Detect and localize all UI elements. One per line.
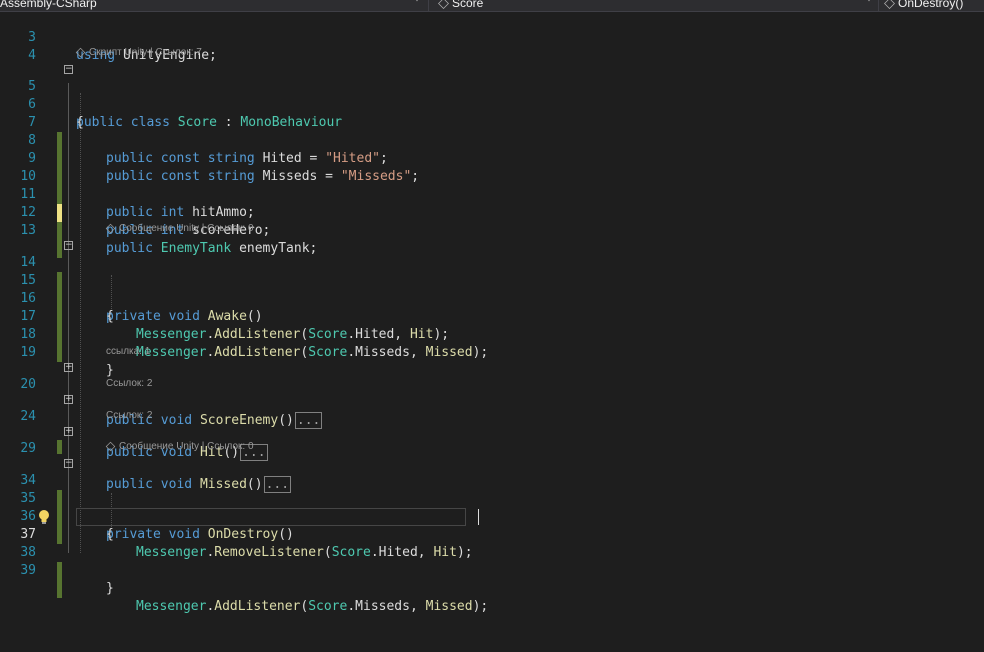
member-dropdown-label: OnDestroy() bbox=[898, 0, 964, 10]
code-line-current[interactable]: 37 Messenger.AddListener(Score.Misseds, … bbox=[0, 508, 984, 614]
code-line[interactable]: 17 Messenger.AddListener(Score.Misseds, … bbox=[0, 290, 984, 360]
text-caret bbox=[478, 509, 479, 525]
method-icon bbox=[884, 0, 895, 10]
project-dropdown[interactable]: Assembly-CSharp bbox=[0, 0, 97, 11]
member-dropdown[interactable]: OnDestroy() bbox=[884, 0, 963, 11]
change-marker bbox=[57, 580, 62, 598]
code-line[interactable]: 5 − public class Score : MonoBehaviour bbox=[0, 60, 984, 131]
code-line[interactable]: 35 { bbox=[0, 472, 984, 542]
code-line[interactable]: 29 + public void Missed()... bbox=[0, 422, 984, 493]
code-line[interactable]: 19 bbox=[0, 326, 984, 360]
code-line[interactable]: 18 } bbox=[0, 308, 984, 378]
code-line[interactable]: 3 using UnityEngine; bbox=[0, 11, 984, 63]
expand-icon[interactable]: + bbox=[64, 427, 73, 436]
change-marker bbox=[57, 440, 62, 454]
divider bbox=[878, 0, 879, 11]
codelens-hit[interactable]: Ссылок: 2 bbox=[106, 377, 152, 390]
code-line[interactable]: 20 + public void ScoreEnemy()... bbox=[0, 358, 984, 429]
code-line[interactable]: 9 bbox=[0, 132, 984, 186]
unity-icon bbox=[105, 223, 116, 234]
change-marker bbox=[57, 562, 62, 580]
collapse-icon[interactable]: − bbox=[64, 459, 73, 468]
codelens-class[interactable]: Скрипт Unity | Ссылок: 7 bbox=[75, 46, 202, 59]
code-line[interactable]: 24 + public void Hit()... bbox=[0, 390, 984, 461]
line-number: 39 bbox=[20, 563, 36, 578]
code-text: Messenger.AddListener(Score.Misseds, Mis… bbox=[136, 599, 489, 614]
divider bbox=[428, 0, 429, 11]
code-line[interactable]: 8 public const string Misseds = "Misseds… bbox=[0, 114, 984, 184]
code-text: } bbox=[106, 581, 114, 596]
code-line[interactable]: 13 bbox=[0, 204, 984, 258]
class-dropdown[interactable]: Score bbox=[438, 0, 483, 11]
code-line[interactable]: 6 { bbox=[0, 78, 984, 130]
code-editor[interactable]: 3 using UnityEngine; 4 Скрипт Unity | Сс… bbox=[0, 11, 984, 614]
codelens-score-enemy[interactable]: ссылка: 1 bbox=[106, 345, 150, 358]
code-line[interactable]: 7 public const string Hited = "Hited"; bbox=[0, 96, 984, 166]
code-line[interactable]: 39 bbox=[0, 544, 984, 598]
class-dropdown-label: Score bbox=[452, 0, 484, 10]
unity-icon bbox=[75, 47, 86, 58]
collapse-icon[interactable]: − bbox=[64, 241, 73, 250]
code-line[interactable]: 4 bbox=[0, 29, 984, 63]
code-line[interactable]: 36 Messenger.RemoveListener(Score.Hited,… bbox=[0, 490, 984, 560]
current-line-highlight bbox=[76, 508, 466, 526]
change-marker bbox=[57, 222, 62, 236]
code-line[interactable]: 34 − private void OnDestroy() bbox=[0, 454, 984, 543]
codelens-on-destroy[interactable]: Сообщение Unity | Ссылок: 0 bbox=[105, 440, 254, 453]
code-line[interactable]: 11 public int scoreHero; bbox=[0, 168, 984, 238]
code-line[interactable]: 12 public EnemyTank enemyTank; bbox=[0, 186, 984, 256]
expand-icon[interactable]: + bbox=[64, 363, 73, 372]
chevron-down-icon[interactable]: ▾ bbox=[866, 0, 872, 5]
expand-icon[interactable]: + bbox=[64, 395, 73, 404]
code-line[interactable]: 14 − private void Awake() bbox=[0, 236, 984, 325]
chevron-down-icon[interactable]: ▾ bbox=[414, 0, 420, 5]
unity-icon bbox=[105, 441, 116, 452]
codelens-awake[interactable]: Сообщение Unity | Ссылок: 0 bbox=[105, 222, 254, 235]
code-line[interactable]: 10 public int hitAmmo; bbox=[0, 150, 984, 220]
code-line[interactable]: 15 { bbox=[0, 254, 984, 324]
code-line[interactable]: 38 } bbox=[0, 526, 984, 596]
code-line[interactable]: 16 Messenger.AddListener(Score.Hited, Hi… bbox=[0, 272, 984, 342]
class-icon bbox=[438, 0, 449, 10]
collapse-icon[interactable]: − bbox=[64, 65, 73, 74]
lightbulb-icon[interactable] bbox=[37, 509, 51, 525]
codelens-missed[interactable]: Ссылок: 2 bbox=[106, 409, 152, 422]
